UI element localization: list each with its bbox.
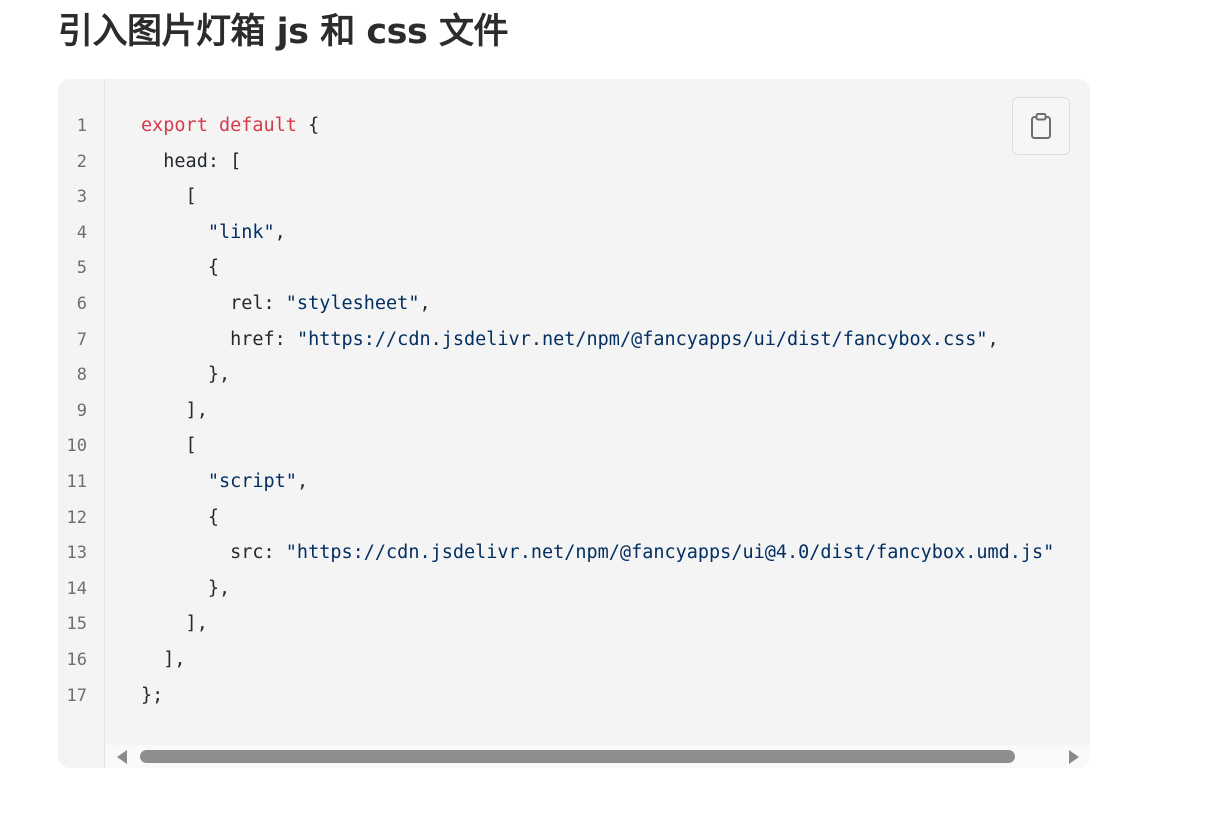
line-number: 3 xyxy=(76,187,87,208)
line-number: 12 xyxy=(66,507,87,528)
code-block: 1 2 3 4 5 6 7 8 9 10 11 12 13 14 15 16 17 export default… xyxy=(58,79,1090,768)
code-string: "script" xyxy=(207,471,297,492)
line-number: 17 xyxy=(66,685,87,706)
clipboard-icon xyxy=(1030,113,1052,139)
code-text: { xyxy=(296,115,320,136)
line-number: 8 xyxy=(76,365,87,386)
code-line: { xyxy=(141,500,219,536)
code-line: }; xyxy=(141,678,163,714)
scroll-left-arrow-icon[interactable] xyxy=(117,750,127,764)
code-text: }, xyxy=(141,364,231,386)
line-number-gutter: 1 2 3 4 5 6 7 8 9 10 11 12 13 14 15 16 17 xyxy=(58,79,105,768)
code-text: head: [ xyxy=(141,150,242,172)
horizontal-scrollbar[interactable] xyxy=(106,745,1090,768)
code-text: , xyxy=(987,328,999,350)
code-line: href: "https://cdn.jsdelivr.net/npm/@fan… xyxy=(141,322,999,358)
code-line: }, xyxy=(141,357,230,393)
scroll-right-arrow-icon[interactable] xyxy=(1069,750,1079,764)
code-line: ], xyxy=(141,393,208,429)
code-line: "script", xyxy=(141,464,308,500)
code-content[interactable]: export default { head: [ [ "link", { rel… xyxy=(106,79,1090,745)
code-text: }, xyxy=(141,577,231,599)
code-text: }; xyxy=(141,684,164,706)
code-text: ], xyxy=(141,649,186,670)
code-string: "https://cdn.jsdelivr.net/npm/@fancyapps… xyxy=(296,328,988,350)
line-number: 16 xyxy=(66,650,87,670)
line-number: 14 xyxy=(66,578,87,599)
code-line: "link", xyxy=(141,215,286,251)
code-line: src: "https://cdn.jsdelivr.net/npm/@fanc… xyxy=(141,535,1054,571)
copy-code-button[interactable] xyxy=(1012,97,1070,155)
code-text: href: xyxy=(141,328,297,350)
code-text: rel: xyxy=(141,293,286,314)
line-number: 4 xyxy=(76,222,87,243)
code-string: "https://cdn.jsdelivr.net/npm/@fancyapps… xyxy=(285,542,1055,564)
line-number: 6 xyxy=(76,294,87,314)
code-text: , xyxy=(296,471,309,492)
code-line: { xyxy=(141,250,219,286)
code-line: [ xyxy=(141,179,197,215)
code-text: { xyxy=(141,257,219,279)
code-text: { xyxy=(141,506,219,528)
code-line: head: [ xyxy=(141,144,241,180)
code-text: ], xyxy=(141,613,208,635)
line-number: 15 xyxy=(66,614,87,635)
scrollbar-thumb[interactable] xyxy=(140,750,1015,763)
page-title: 引入图片灯箱 js 和 css 文件 xyxy=(58,12,508,52)
code-text: , xyxy=(419,293,431,314)
code-text: [ xyxy=(141,435,197,457)
code-line: ], xyxy=(141,642,186,678)
line-number: 1 xyxy=(76,116,87,136)
code-text: src: xyxy=(141,542,286,564)
line-number: 2 xyxy=(76,151,87,172)
code-text: [ xyxy=(141,186,197,208)
code-text: , xyxy=(274,221,286,243)
code-line: rel: "stylesheet", xyxy=(141,286,431,322)
line-number: 5 xyxy=(76,258,87,279)
code-string: "link" xyxy=(207,221,275,243)
code-line: }, xyxy=(141,571,230,607)
line-number: 11 xyxy=(66,472,87,492)
code-keyword: export default xyxy=(141,115,297,136)
line-number: 9 xyxy=(76,400,87,421)
code-line: [ xyxy=(141,428,197,464)
line-number: 13 xyxy=(66,543,87,564)
code-string: "stylesheet" xyxy=(285,293,420,314)
code-line: ], xyxy=(141,606,208,642)
line-number: 7 xyxy=(76,329,87,350)
code-text: ], xyxy=(141,399,208,421)
line-number: 10 xyxy=(66,436,87,457)
code-line: export default { xyxy=(141,108,319,144)
